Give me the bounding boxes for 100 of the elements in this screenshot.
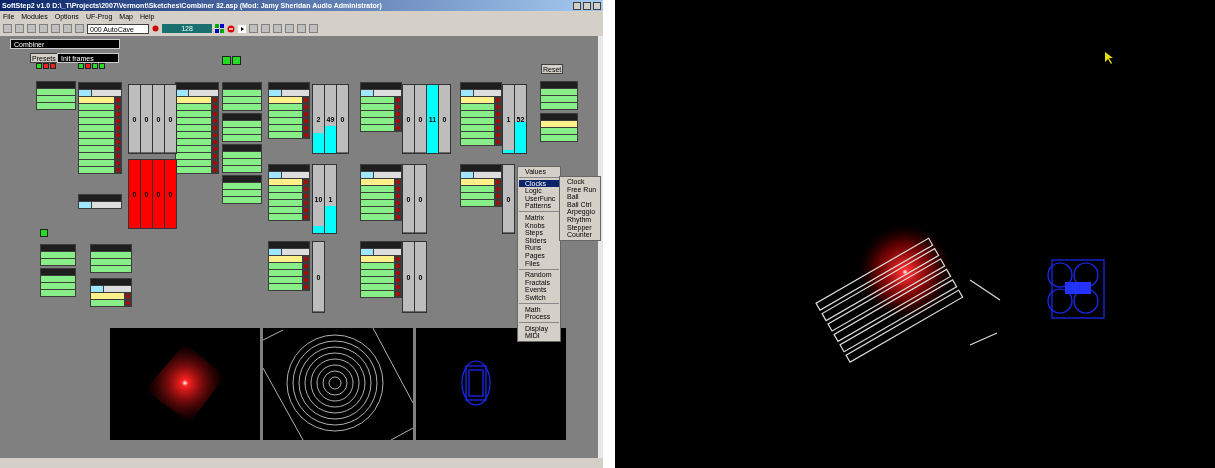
led-icon (116, 112, 120, 116)
module-header[interactable] (37, 82, 75, 88)
led[interactable] (85, 63, 91, 69)
led-icon (116, 147, 120, 151)
led-icon (213, 105, 217, 109)
led-icon (304, 126, 308, 130)
module-field[interactable] (282, 249, 309, 255)
slot-button[interactable] (176, 167, 211, 173)
module-header[interactable] (269, 242, 309, 248)
module-header[interactable] (361, 83, 401, 89)
led-icon (396, 264, 400, 268)
module-header[interactable] (461, 83, 501, 89)
module-field[interactable] (282, 172, 309, 178)
led-icon (116, 98, 120, 102)
module-field[interactable] (474, 172, 501, 178)
module-header[interactable] (79, 195, 121, 201)
led-icon (116, 140, 120, 144)
module-header[interactable] (223, 114, 261, 120)
led[interactable] (99, 63, 105, 69)
led[interactable] (36, 63, 42, 69)
module-field[interactable] (374, 249, 401, 255)
led-icon (116, 154, 120, 158)
led-icon (213, 140, 217, 144)
led[interactable] (78, 63, 84, 69)
module-header[interactable] (79, 83, 121, 89)
module-header[interactable] (91, 279, 131, 285)
led-icon (304, 201, 308, 205)
led-icon (396, 194, 400, 198)
led-icon (213, 161, 217, 165)
led-icon (396, 126, 400, 130)
module-header[interactable] (223, 176, 261, 182)
module-header[interactable] (223, 83, 261, 89)
led-icon (304, 285, 308, 289)
led[interactable] (50, 63, 56, 69)
led[interactable] (222, 56, 231, 65)
led-icon (304, 257, 308, 261)
module-field[interactable] (374, 90, 401, 96)
led-icon (304, 187, 308, 191)
led-icon (304, 180, 308, 184)
module-header[interactable] (361, 242, 401, 248)
slot-button[interactable] (176, 132, 211, 138)
led-icon (496, 126, 500, 130)
play-icon[interactable] (238, 24, 246, 33)
led-icon (496, 140, 500, 144)
led-icon (496, 98, 500, 102)
led-icon (213, 119, 217, 123)
led-icon (213, 112, 217, 116)
slot-button[interactable] (176, 104, 211, 110)
led-icon (396, 180, 400, 184)
slot-button[interactable] (176, 125, 211, 131)
led[interactable] (43, 63, 49, 69)
led[interactable] (232, 56, 241, 65)
slot-button[interactable] (176, 118, 211, 124)
led-icon (304, 215, 308, 219)
led-icon (213, 133, 217, 137)
slot-button[interactable] (176, 160, 211, 166)
module-field[interactable] (104, 286, 131, 292)
led-icon (126, 301, 130, 305)
led-icon (496, 180, 500, 184)
module-header[interactable] (91, 245, 131, 251)
slot-button[interactable] (176, 139, 211, 145)
led-icon (396, 112, 400, 116)
slot-button[interactable] (176, 97, 211, 103)
module-header[interactable] (223, 145, 261, 151)
module-field[interactable] (374, 172, 401, 178)
module-header[interactable] (41, 245, 75, 251)
module-header[interactable] (361, 165, 401, 171)
led-icon (116, 161, 120, 165)
module-field[interactable] (92, 202, 121, 208)
module-header[interactable] (541, 114, 577, 120)
module-field[interactable] (282, 90, 309, 96)
led-icon (396, 278, 400, 282)
module-header[interactable] (541, 82, 577, 88)
led-icon (116, 133, 120, 137)
slot-button[interactable] (176, 146, 211, 152)
module-field[interactable] (92, 90, 121, 96)
color-grid-icon[interactable] (215, 24, 224, 33)
led-icon (396, 187, 400, 191)
led-icon (304, 98, 308, 102)
led[interactable] (92, 63, 98, 69)
slot-button[interactable] (176, 111, 211, 117)
led-icon (213, 126, 217, 130)
led-icon (496, 194, 500, 198)
led-icon (396, 201, 400, 205)
led-icon (116, 168, 120, 172)
outline-drawing (461, 360, 491, 406)
led-icon (496, 133, 500, 137)
led[interactable] (40, 229, 48, 237)
module-header[interactable] (269, 165, 309, 171)
record-icon[interactable] (152, 25, 159, 32)
module-header[interactable] (461, 165, 501, 171)
module-field[interactable] (474, 90, 501, 96)
module-field[interactable] (189, 90, 218, 96)
led-icon (496, 119, 500, 123)
led-icon (304, 208, 308, 212)
led-icon (496, 112, 500, 116)
module-header[interactable] (41, 269, 75, 275)
led-icon (213, 147, 217, 151)
led-icon (126, 294, 130, 298)
module-header[interactable] (269, 83, 309, 89)
